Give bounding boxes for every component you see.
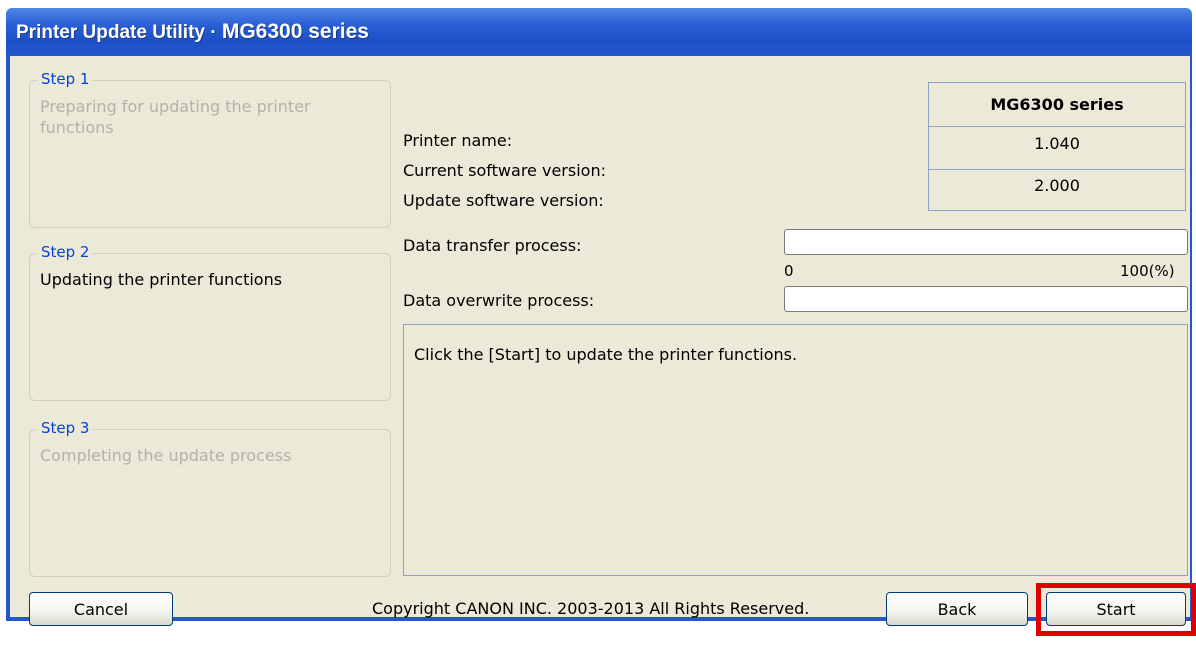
step-3-description: Completing the update process — [40, 446, 292, 465]
status-message: Click the [Start] to update the printer … — [414, 345, 798, 364]
update-version-label: Update software version: — [403, 191, 604, 210]
back-button[interactable]: Back — [886, 592, 1028, 626]
step-1-group: Step 1 Preparing for updating the printe… — [29, 70, 391, 228]
current-version-label: Current software version: — [403, 161, 606, 180]
copyright-text: Copyright CANON INC. 2003-2013 All Right… — [372, 599, 810, 618]
window-title-prefix: Printer Update Utility · — [16, 22, 222, 43]
start-button-highlight — [1036, 583, 1196, 636]
update-version-value: 2.000 — [928, 169, 1186, 211]
step-2-description: Updating the printer functions — [40, 270, 283, 289]
title-bar[interactable]: Printer Update Utility · MG6300 series — [6, 8, 1192, 56]
progress-scale-min: 0 — [784, 262, 794, 280]
transfer-label: Data transfer process: — [403, 236, 582, 255]
window-title: Printer Update Utility · MG6300 series — [16, 20, 369, 44]
step-2-group: Step 2 Updating the printer functions — [29, 243, 391, 401]
overwrite-progress-bar — [784, 286, 1188, 312]
step-1-label: Step 1 — [38, 70, 93, 88]
transfer-progress-bar — [784, 229, 1188, 255]
step-2-label: Step 2 — [38, 243, 93, 261]
printer-name-label: Printer name: — [403, 131, 513, 150]
progress-scale-max: 100(%) — [1120, 262, 1175, 280]
window-title-model: MG6300 series — [221, 20, 369, 43]
cancel-button[interactable]: Cancel — [29, 592, 173, 626]
overwrite-label: Data overwrite process: — [403, 291, 595, 310]
message-area: Click the [Start] to update the printer … — [403, 324, 1188, 576]
step-3-group: Step 3 Completing the update process — [29, 419, 391, 577]
printer-update-window: Printer Update Utility · MG6300 series S… — [0, 0, 1196, 647]
step-3-label: Step 3 — [38, 419, 93, 437]
current-version-value: 1.040 — [928, 126, 1186, 170]
printer-name-value: MG6300 series — [928, 82, 1186, 127]
step-1-description: Preparing for updating the printer funct… — [40, 97, 311, 137]
